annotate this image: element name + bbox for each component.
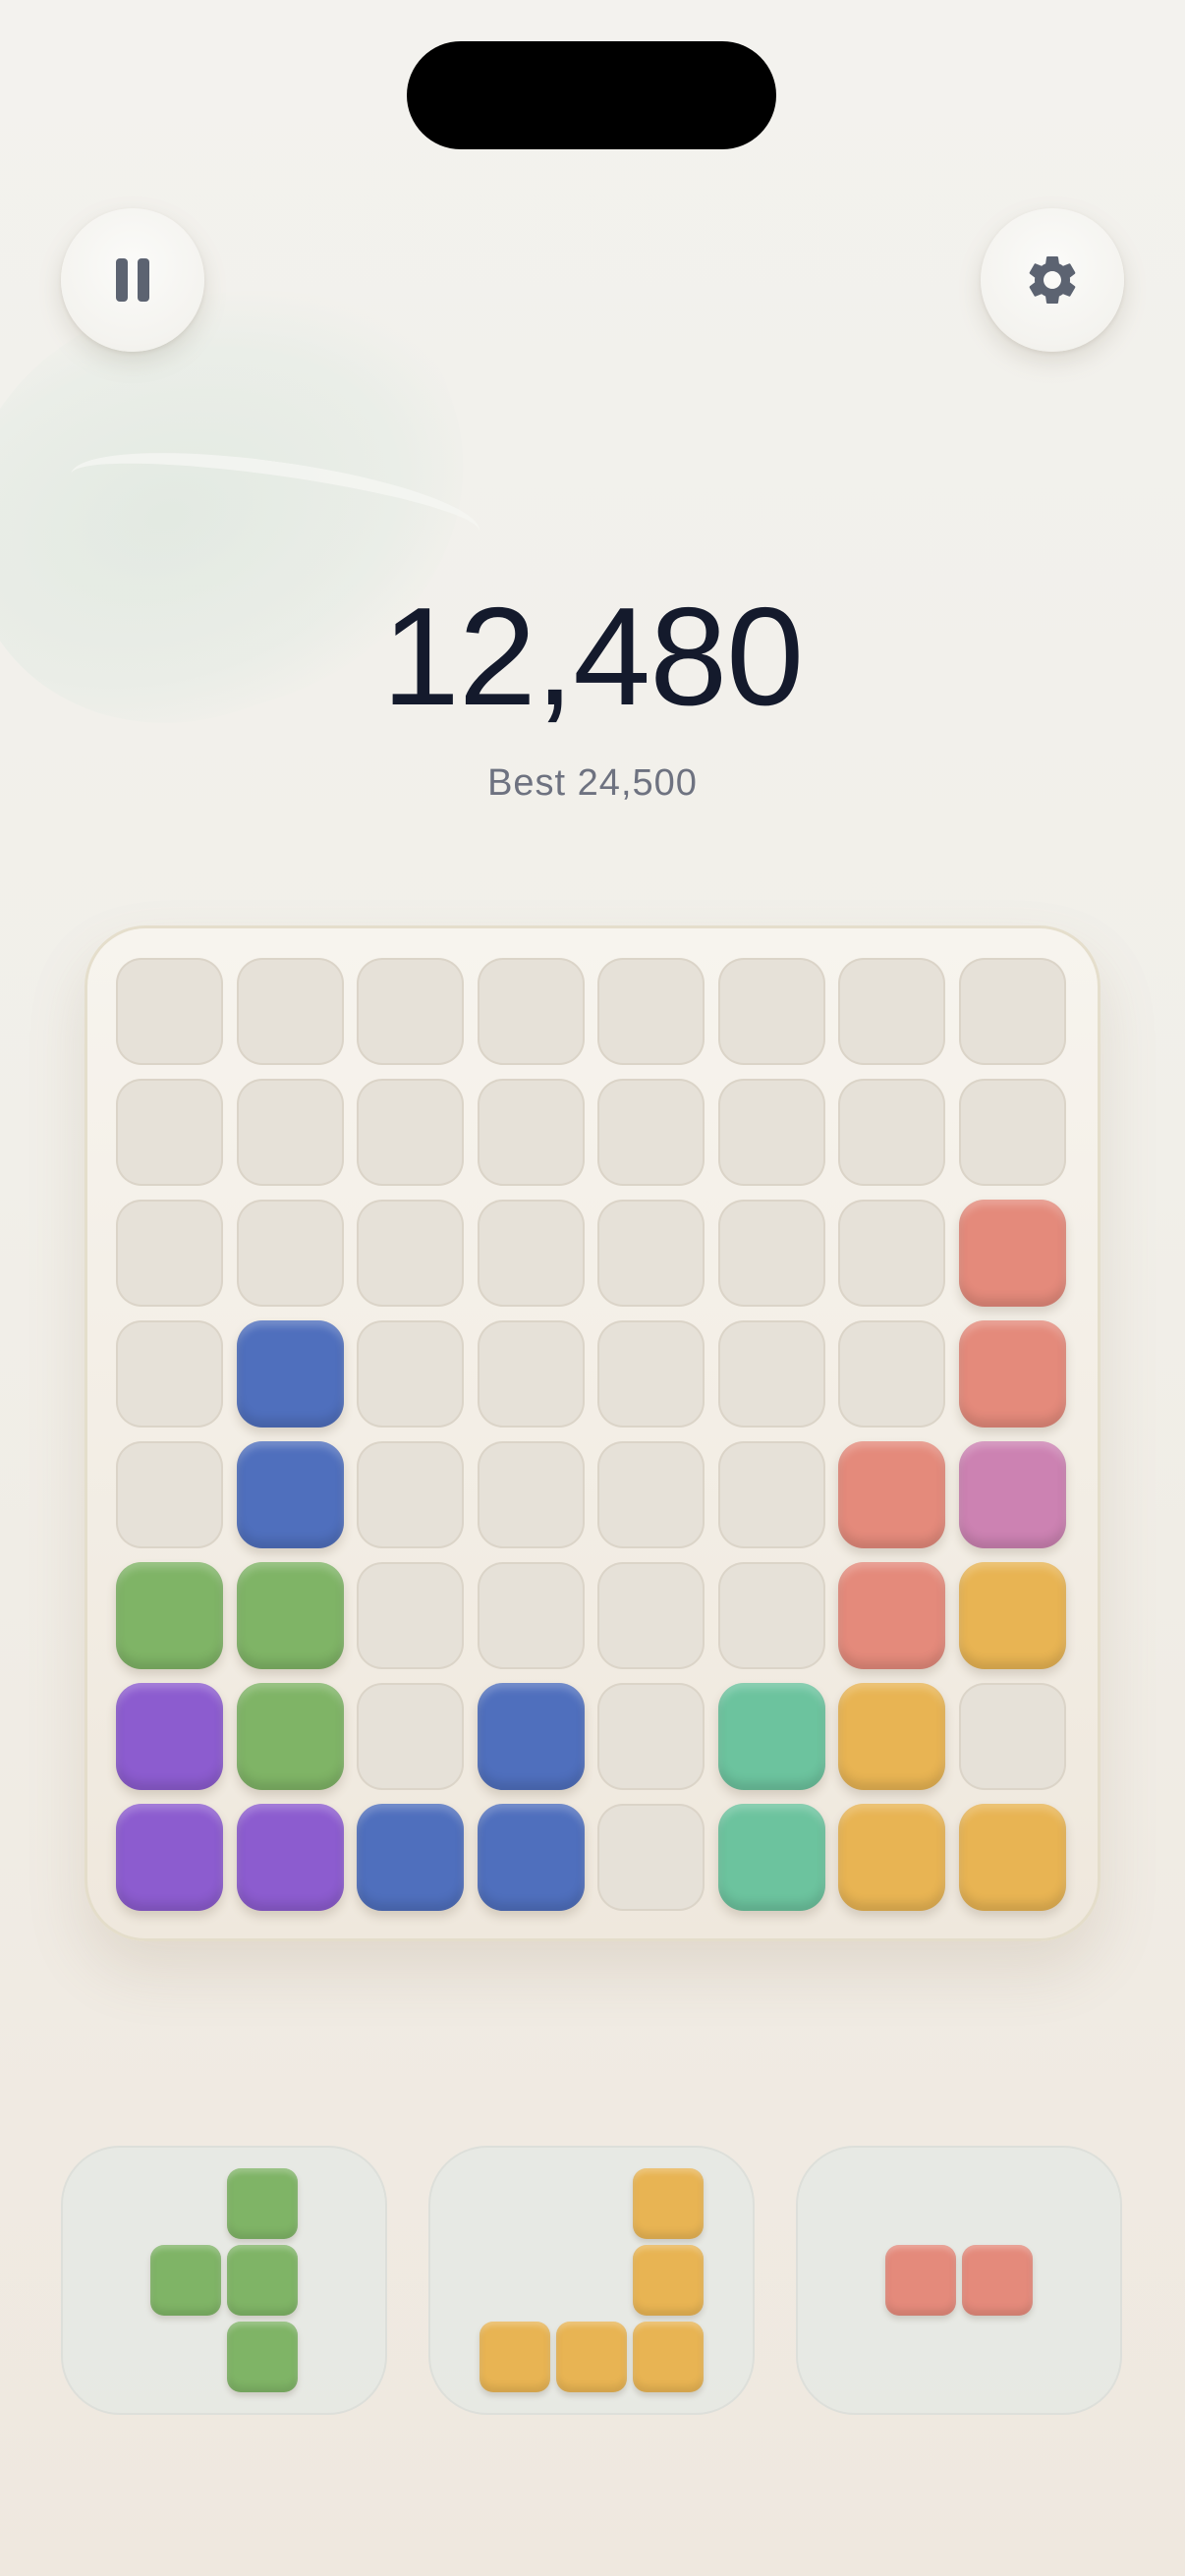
board-cell-blue[interactable] (357, 1804, 464, 1911)
board-cell-empty[interactable] (717, 1079, 825, 1186)
board-cell-yellow[interactable] (958, 1562, 1066, 1669)
board-cell-empty[interactable] (717, 958, 825, 1065)
board-cell-green[interactable] (236, 1683, 344, 1790)
board-cell-empty[interactable] (597, 1804, 705, 1911)
board-cell-red[interactable] (958, 1320, 1066, 1428)
board-cell-teal[interactable] (717, 1683, 825, 1790)
board-cell-empty[interactable] (838, 958, 945, 1065)
board-cell-blue[interactable] (236, 1320, 344, 1428)
board-cell-blue[interactable] (477, 1804, 585, 1911)
board-cell-empty[interactable] (357, 958, 464, 1065)
board-cell-empty[interactable] (597, 958, 705, 1065)
board-cell-empty[interactable] (116, 1200, 223, 1307)
board-cell-empty[interactable] (958, 1683, 1066, 1790)
piece-block (885, 2245, 956, 2316)
board-cell-empty[interactable] (477, 1200, 585, 1307)
board-cell-red[interactable] (838, 1441, 945, 1548)
board-cell-empty[interactable] (116, 1079, 223, 1186)
piece-block (150, 2245, 221, 2316)
settings-button[interactable] (981, 208, 1124, 352)
best-score: Best 24,500 (487, 762, 698, 804)
board-cell-empty[interactable] (717, 1562, 825, 1669)
board-cell-empty[interactable] (116, 1320, 223, 1428)
board-cell-yellow[interactable] (838, 1804, 945, 1911)
piece-block (633, 2322, 704, 2392)
board-cell-empty[interactable] (477, 1562, 585, 1669)
board-cell-empty[interactable] (236, 958, 344, 1065)
board-cell-empty[interactable] (958, 958, 1066, 1065)
board-cell-empty[interactable] (838, 1200, 945, 1307)
board-cell-green[interactable] (236, 1562, 344, 1669)
board-cell-green[interactable] (116, 1562, 223, 1669)
board-cell-empty[interactable] (236, 1079, 344, 1186)
board-cell-empty[interactable] (357, 1562, 464, 1669)
dynamic-island (407, 41, 776, 149)
board-cell-empty[interactable] (477, 1441, 585, 1548)
board-cell-teal[interactable] (717, 1804, 825, 1911)
piece-block (227, 2168, 298, 2239)
piece-block (633, 2168, 704, 2239)
board-cell-empty[interactable] (477, 1079, 585, 1186)
pause-icon (116, 258, 149, 302)
board-cell-empty[interactable] (116, 1441, 223, 1548)
board-cell-empty[interactable] (838, 1079, 945, 1186)
board-cell-empty[interactable] (597, 1079, 705, 1186)
board-cell-empty[interactable] (958, 1079, 1066, 1186)
board-cell-pink[interactable] (958, 1441, 1066, 1548)
board-cell-empty[interactable] (236, 1200, 344, 1307)
board-cell-empty[interactable] (597, 1562, 705, 1669)
piece-block (480, 2322, 550, 2392)
board-cell-empty[interactable] (838, 1320, 945, 1428)
board-cell-red[interactable] (958, 1200, 1066, 1307)
board-cell-empty[interactable] (116, 958, 223, 1065)
board-cell-empty[interactable] (597, 1320, 705, 1428)
board-cell-empty[interactable] (357, 1200, 464, 1307)
board-cell-empty[interactable] (597, 1200, 705, 1307)
board-cell-yellow[interactable] (958, 1804, 1066, 1911)
board-cell-purple[interactable] (116, 1804, 223, 1911)
board-cell-blue[interactable] (477, 1683, 585, 1790)
piece-block (227, 2245, 298, 2316)
score-value: 12,480 (381, 579, 804, 735)
piece-block (633, 2245, 704, 2316)
game-board[interactable] (85, 925, 1100, 1941)
board-cell-empty[interactable] (357, 1079, 464, 1186)
board-cell-empty[interactable] (717, 1320, 825, 1428)
board-cell-empty[interactable] (357, 1320, 464, 1428)
board-cell-yellow[interactable] (838, 1683, 945, 1790)
board-cell-red[interactable] (838, 1562, 945, 1669)
piece-block (962, 2245, 1033, 2316)
board-cell-empty[interactable] (597, 1683, 705, 1790)
gear-icon (1029, 256, 1076, 304)
board-cell-empty[interactable] (477, 958, 585, 1065)
board-cell-purple[interactable] (116, 1683, 223, 1790)
piece-tray-1[interactable] (61, 2146, 387, 2415)
piece-block (227, 2322, 298, 2392)
board-cell-empty[interactable] (357, 1441, 464, 1548)
board-cell-empty[interactable] (717, 1200, 825, 1307)
board-cell-empty[interactable] (477, 1320, 585, 1428)
piece-tray-3[interactable] (796, 2146, 1122, 2415)
board-cell-empty[interactable] (357, 1683, 464, 1790)
board-cell-empty[interactable] (597, 1441, 705, 1548)
piece-block (556, 2322, 627, 2392)
board-cell-empty[interactable] (717, 1441, 825, 1548)
board-cell-blue[interactable] (236, 1441, 344, 1548)
board-grid (116, 958, 1066, 1911)
board-cell-purple[interactable] (236, 1804, 344, 1911)
piece-tray-2[interactable] (428, 2146, 755, 2415)
pause-button[interactable] (61, 208, 204, 352)
